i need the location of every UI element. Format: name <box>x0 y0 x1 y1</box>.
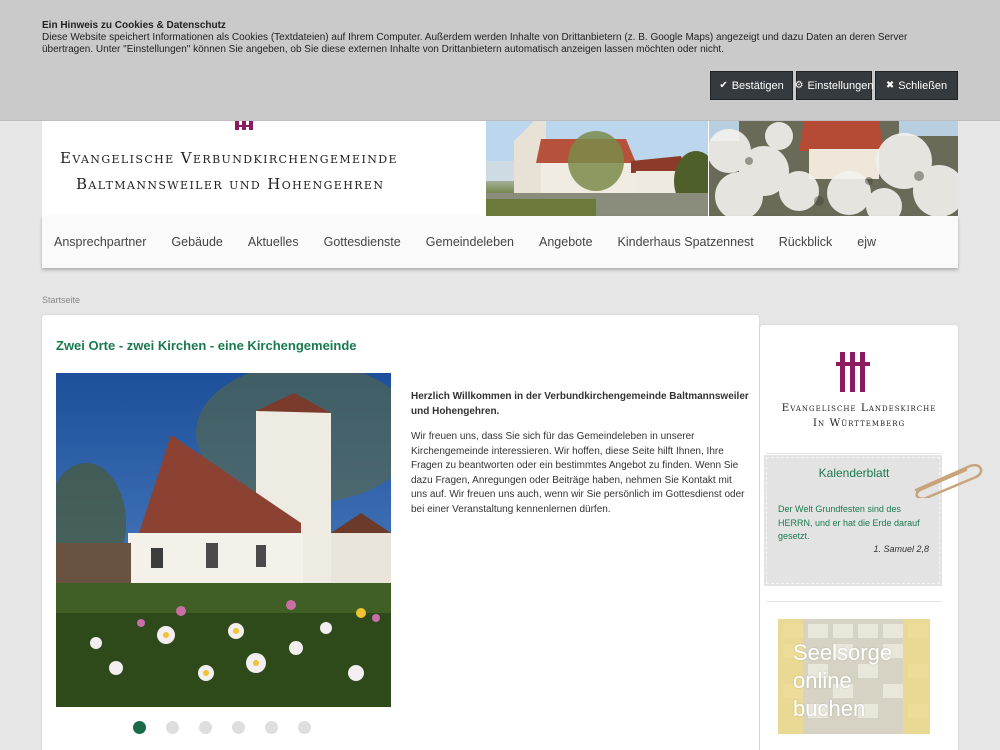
nav-item-kinderhaus[interactable]: Kinderhaus Spatzennest <box>618 235 754 249</box>
slider-dot[interactable] <box>199 721 212 734</box>
close-button[interactable]: ✖ Schließen <box>875 71 958 100</box>
elk-cross-icon[interactable] <box>836 352 870 392</box>
seelsorge-line1: Seelsorge <box>793 640 893 665</box>
nav-item-rueckblick[interactable]: Rückblick <box>779 235 833 249</box>
settings-button[interactable]: ⚙ Einstellungen <box>794 71 874 100</box>
elk-logo-line2[interactable]: In Württemberg <box>760 417 958 429</box>
sidebar: Evangelische Landeskirche In Württemberg… <box>760 325 983 750</box>
divider <box>766 601 942 602</box>
site-title-line1[interactable]: Evangelische Verbundkirchengemeinde <box>60 149 398 167</box>
nav-item-ansprechpartner[interactable]: Ansprechpartner <box>54 235 146 249</box>
welcome-text: Herzlich Willkommen in der Verbundkirche… <box>411 391 749 417</box>
intro-text: Herzlich Willkommen in der Verbundkirche… <box>411 390 749 517</box>
nav-item-aktuelles[interactable]: Aktuelles <box>248 235 299 249</box>
kalender-verse: Der Welt Grundfesten sind des HERRN, und… <box>778 504 920 541</box>
confirm-button-label: Bestätigen <box>731 79 784 92</box>
site-header: Evangelische Verbundkirchengemeinde Balt… <box>42 121 958 216</box>
nav-item-gottesdienste[interactable]: Gottesdienste <box>324 235 401 249</box>
paperclip-icon <box>914 463 983 498</box>
site-title-line2[interactable]: Baltmannsweiler und Hohengehren <box>76 175 384 193</box>
page-title: Zwei Orte - zwei Kirchen - eine Kircheng… <box>56 338 357 353</box>
church-photo-header <box>486 121 708 216</box>
logo-cross-icon[interactable] <box>235 121 253 130</box>
slider-dot[interactable] <box>133 721 146 734</box>
church-slider-image[interactable] <box>56 373 391 707</box>
seelsorge-line2: online <box>793 668 852 693</box>
kalender-reference: 1. Samuel 2,8 <box>873 544 929 554</box>
slider-dot[interactable] <box>298 721 311 734</box>
confirm-button[interactable]: ✔ Bestätigen <box>710 71 793 100</box>
nav-item-gemeindeleben[interactable]: Gemeindeleben <box>426 235 514 249</box>
body-text: Wir freuen uns, dass Sie sich für das Ge… <box>411 431 745 515</box>
slider-dot[interactable] <box>232 721 245 734</box>
main-nav: Ansprechpartner Gebäude Aktuelles Gottes… <box>42 216 958 268</box>
nav-item-angebote[interactable]: Angebote <box>539 235 593 249</box>
gear-icon: ⚙ <box>794 80 804 91</box>
slider-dots <box>133 721 311 734</box>
breadcrumb[interactable]: Startseite <box>42 295 80 305</box>
check-icon: ✔ <box>719 80 728 91</box>
seelsorge-banner[interactable]: Seelsorge online buchen <box>778 619 930 734</box>
cookie-text: Diese Website speichert Informationen al… <box>42 32 908 55</box>
settings-button-label: Einstellungen <box>807 79 874 92</box>
nav-item-gebaeude[interactable]: Gebäude <box>171 235 222 249</box>
cookie-title: Ein Hinweis zu Cookies & Datenschutz <box>42 20 226 31</box>
close-button-label: Schließen <box>898 79 948 92</box>
main-content: Zwei Orte - zwei Kirchen - eine Kircheng… <box>42 315 759 750</box>
elk-logo-line1[interactable]: Evangelische Landeskirche <box>760 402 958 414</box>
seelsorge-line3: buchen <box>793 696 866 721</box>
nav-item-ejw[interactable]: ejw <box>857 235 876 249</box>
divider <box>766 453 942 454</box>
slider-dot[interactable] <box>265 721 278 734</box>
close-icon: ✖ <box>885 80 895 91</box>
cookie-banner: Ein Hinweis zu Cookies & Datenschutz Die… <box>0 0 1000 121</box>
slider-dot[interactable] <box>166 721 179 734</box>
blossom-photo-header <box>709 121 958 216</box>
